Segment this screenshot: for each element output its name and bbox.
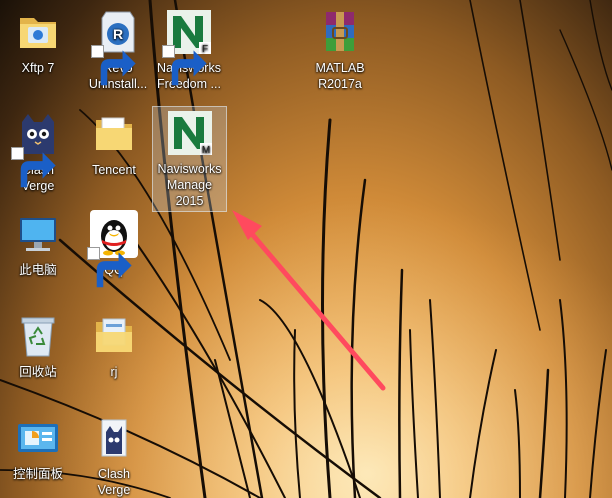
winrar-archive-icon [316,8,364,56]
desktop-icon-control-panel[interactable]: 控制面板 [2,412,74,482]
desktop-icon-label: Navisworks Manage 2015 [157,162,222,208]
desktop-icon-navisworks-manage[interactable]: M Navisworks Manage 2015 [152,106,227,212]
shortcut-arrow-icon [162,45,207,86]
cat-app-icon [11,110,62,188]
desktop-icon-recycle-bin[interactable]: 回收站 [2,310,74,380]
shortcut-arrow-icon [91,45,136,86]
svg-text:M: M [201,145,209,156]
navisworks-freedom-icon: F [162,8,213,86]
desktop-icon-this-pc[interactable]: 此电脑 [2,208,74,278]
svg-text:R: R [113,26,123,42]
desktop-icon-label: 此电脑 [19,263,57,277]
computer-icon [14,210,62,258]
desktop-icon-xftp[interactable]: Xftp 7 [2,6,74,76]
desktop-icon-label: MATLAB R2017a [315,61,365,91]
desktop-icon-clash-verge-2[interactable]: Clash Verge [78,412,150,498]
desktop-icon-label: Tencent [92,163,136,177]
desktop-icon-label: 控制面板 [12,467,63,481]
desktop-icon-label: 回收站 [19,365,57,379]
folder-icon [90,110,138,158]
desktop-icon-qq[interactable]: QQ [78,208,150,288]
desktop-icon-revo-uninstaller[interactable]: R Revo Uninstall... [82,6,154,92]
folder-icon [14,8,62,56]
desktop-icon-label: rj [110,365,118,379]
desktop-icon-rj[interactable]: rj [78,310,150,380]
desktop-icon-matlab[interactable]: MATLAB R2017a [304,6,376,92]
shortcut-arrow-icon [87,247,132,288]
shortcut-arrow-icon [11,147,56,188]
cat-app-icon [90,414,138,462]
desktop-icon-label: Clash Verge [97,467,131,497]
qq-penguin-icon [87,210,138,288]
control-panel-icon [14,414,62,462]
folder-icon [90,312,138,360]
desktop-icon-navisworks-freedom[interactable]: F Navisworks Freedom ... [153,6,225,92]
desktop-icon-tencent[interactable]: Tencent [78,108,150,178]
navisworks-manage-icon: M [166,109,214,157]
desktop-icon-label: Xftp 7 [21,61,55,75]
desktop-icon-clash-verge[interactable]: Clash Verge [2,108,74,194]
revo-uninstaller-icon: R [91,8,142,86]
recycle-bin-icon [14,312,62,360]
